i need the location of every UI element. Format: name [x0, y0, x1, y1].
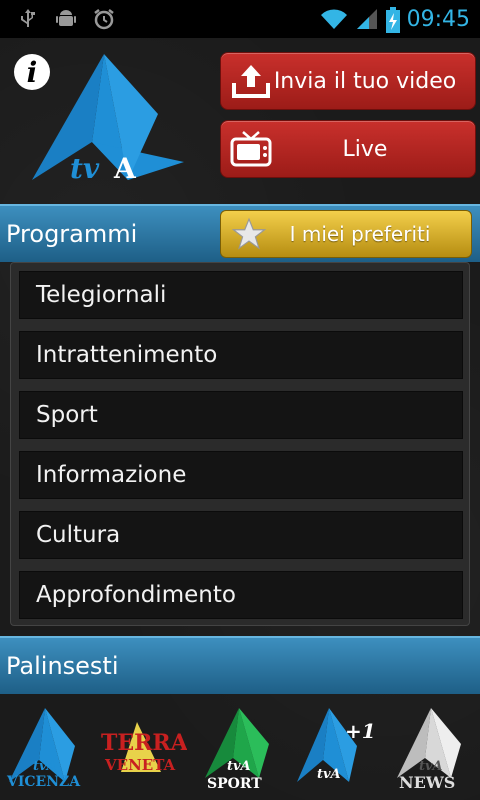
signal-icon: [355, 7, 379, 31]
upload-video-button[interactable]: Invia il tuo video: [220, 52, 476, 110]
upload-video-label: Invia il tuo video: [273, 68, 457, 94]
channel-top-text: TERRA: [101, 730, 187, 756]
palinsesti-section-bar: Palinsesti: [0, 636, 480, 694]
channel-tva-sport[interactable]: tvA SPORT: [197, 702, 283, 792]
svg-text:A: A: [113, 152, 137, 185]
palinsesti-title: Palinsesti: [6, 652, 119, 680]
list-item-approfondimento[interactable]: Approfondimento: [19, 571, 463, 619]
list-item-sport[interactable]: Sport: [19, 391, 463, 439]
usb-icon: [16, 7, 40, 31]
header: tv A i Invia il tuo video Live: [0, 38, 480, 202]
svg-text:tv: tv: [70, 152, 100, 185]
programmi-list: Telegiornali Intrattenimento Sport Infor…: [10, 262, 470, 626]
list-item-intrattenimento[interactable]: Intrattenimento: [19, 331, 463, 379]
channel-top-text: tvA: [317, 767, 341, 782]
channel-top-text: tvA: [227, 759, 251, 774]
live-button[interactable]: Live: [220, 120, 476, 178]
star-icon: [229, 214, 269, 254]
channel-bottom-text: NEWS: [399, 773, 455, 792]
wifi-icon: [319, 7, 349, 31]
upload-icon: [229, 61, 273, 101]
channel-tva-plus1[interactable]: tvA +1: [293, 702, 379, 792]
favorites-button[interactable]: I miei preferiti: [220, 210, 472, 258]
channel-terra-veneta[interactable]: TERRA VENETA: [101, 702, 189, 792]
list-item-informazione[interactable]: Informazione: [19, 451, 463, 499]
favorites-label: I miei preferiti: [289, 222, 431, 246]
info-icon[interactable]: i: [14, 54, 50, 90]
alarm-icon: [92, 7, 116, 31]
live-label: Live: [342, 136, 388, 162]
tva-logo: tv A: [32, 54, 184, 185]
channel-bottom-text: +1: [345, 719, 376, 743]
list-item-label: Intrattenimento: [36, 342, 218, 368]
list-item-telegiornali[interactable]: Telegiornali: [19, 271, 463, 319]
list-item-label: Telegiornali: [36, 282, 167, 308]
status-bar: 09:45: [0, 0, 480, 38]
programmi-section-bar: Programmi I miei preferiti: [0, 204, 480, 262]
channel-logos: tvA VICENZA TERRA VENETA tvA SPORT tvA +…: [0, 694, 480, 800]
status-time: 09:45: [406, 6, 470, 32]
list-item-cultura[interactable]: Cultura: [19, 511, 463, 559]
tv-icon: [229, 129, 273, 169]
channel-top-text: tvA: [419, 759, 443, 774]
channel-top-text: tvA: [33, 759, 57, 774]
android-debug-icon: [54, 7, 78, 31]
channel-tva-news[interactable]: tvA NEWS: [389, 702, 475, 792]
battery-charging-icon: [385, 7, 401, 33]
list-item-label: Informazione: [36, 462, 187, 488]
list-item-label: Approfondimento: [36, 582, 236, 608]
list-item-label: Sport: [36, 402, 98, 428]
programmi-title: Programmi: [6, 220, 138, 248]
channel-bottom-text: VICENZA: [6, 774, 81, 790]
list-item-label: Cultura: [36, 522, 121, 548]
channel-bottom-text: SPORT: [207, 776, 262, 792]
channel-tva-vicenza[interactable]: tvA VICENZA: [5, 702, 91, 792]
channel-bottom-text: VENETA: [104, 756, 176, 774]
